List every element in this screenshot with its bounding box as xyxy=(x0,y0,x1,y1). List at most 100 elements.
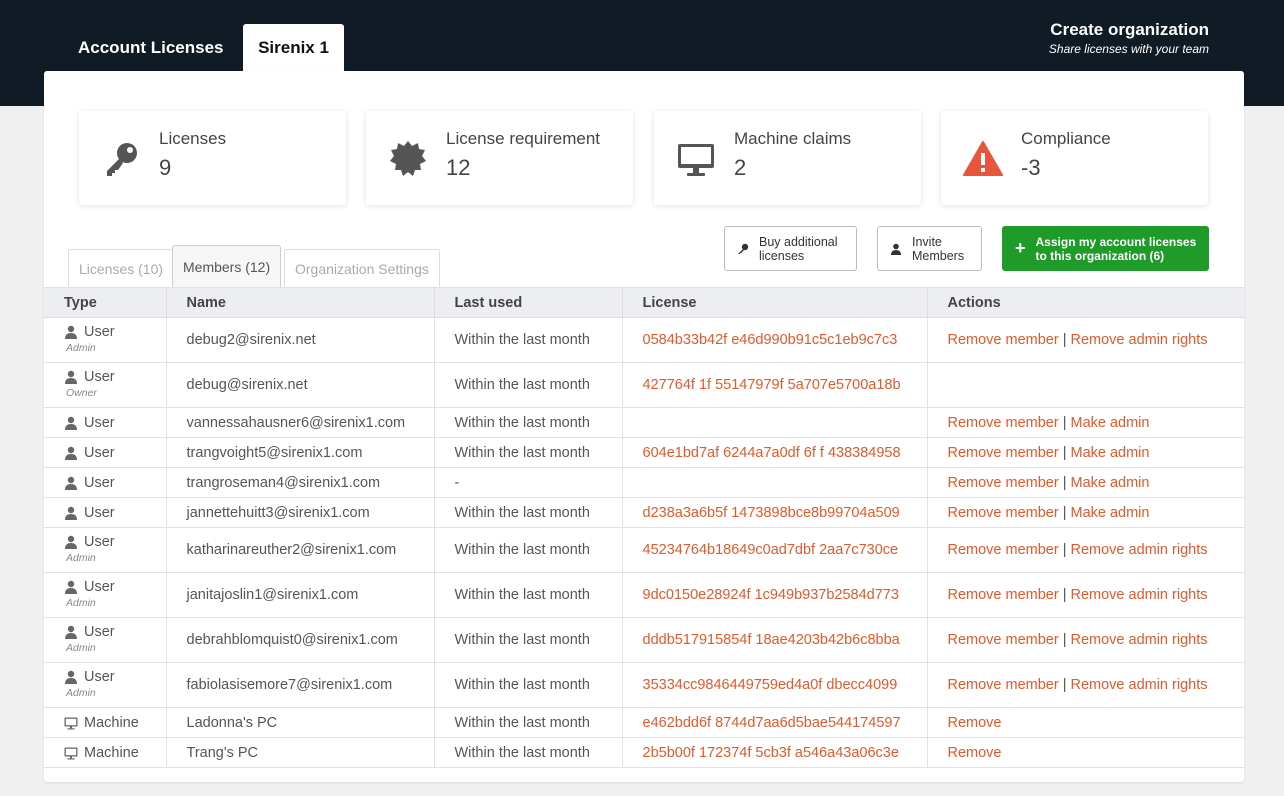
remove-member-link[interactable]: Remove member xyxy=(948,475,1059,491)
column-header-last-used: Last used xyxy=(434,288,622,318)
name-cell: jannettehuitt3@sirenix1.com xyxy=(166,498,434,528)
type-label: Machine xyxy=(84,715,139,731)
remove-admin-rights-link[interactable]: Remove admin rights xyxy=(1070,542,1207,558)
monitor-icon xyxy=(676,139,716,179)
remove-admin-rights-link[interactable]: Remove admin rights xyxy=(1070,332,1207,348)
license-cell[interactable]: e462bdd6f 8744d7aa6d5bae544174597 xyxy=(622,708,927,738)
license-cell[interactable]: 2b5b00f 172374f 5cb3f a546a43a06c3e xyxy=(622,738,927,768)
actions-cell: Remove xyxy=(927,708,1244,738)
license-cell[interactable]: dddb517915854f 18ae4203b42b6c8bba xyxy=(622,618,927,663)
last-used-cell: - xyxy=(434,468,622,498)
type-cell: UserAdmin xyxy=(44,318,166,363)
table-header-row: Type Name Last used License Actions xyxy=(44,288,1244,318)
user-icon xyxy=(64,476,78,490)
actions-cell: Remove xyxy=(927,738,1244,768)
last-used-cell: Within the last month xyxy=(434,363,622,408)
stat-value: 9 xyxy=(159,155,171,181)
tab-licenses[interactable]: Licenses (10) xyxy=(68,249,174,288)
type-label: User xyxy=(84,534,115,550)
invite-members-button[interactable]: Invite Members xyxy=(877,226,982,271)
table-row: Userjannettehuitt3@sirenix1.comWithin th… xyxy=(44,498,1244,528)
license-cell[interactable]: 604e1bd7af 6244a7a0df 6f f 438384958 xyxy=(622,438,927,468)
make-admin-link[interactable]: Make admin xyxy=(1070,505,1149,521)
license-cell[interactable]: 427764f 1f 55147979f 5a707e5700a18b xyxy=(622,363,927,408)
buy-label-line2: licenses xyxy=(759,249,838,263)
table-row: UserAdminkatharinareuther2@sirenix1.comW… xyxy=(44,528,1244,573)
remove-member-link[interactable]: Remove member xyxy=(948,445,1059,461)
table-row: MachineLadonna's PCWithin the last month… xyxy=(44,708,1244,738)
remove-member-link[interactable]: Remove member xyxy=(948,542,1059,558)
buy-licenses-button[interactable]: Buy additional licenses xyxy=(724,226,857,271)
remove-link[interactable]: Remove xyxy=(948,745,1002,761)
type-label: User xyxy=(84,505,115,521)
remove-member-link[interactable]: Remove member xyxy=(948,587,1059,603)
license-cell[interactable]: 35334cc9846449759ed4a0f dbecc4099 xyxy=(622,663,927,708)
plus-icon: + xyxy=(1015,238,1026,259)
remove-admin-rights-link[interactable]: Remove admin rights xyxy=(1070,677,1207,693)
license-cell[interactable]: d238a3a6b5f 1473898bce8b99704a509 xyxy=(622,498,927,528)
last-used-cell: Within the last month xyxy=(434,663,622,708)
make-admin-link[interactable]: Make admin xyxy=(1070,415,1149,431)
remove-member-link[interactable]: Remove member xyxy=(948,677,1059,693)
tab-sirenix-1[interactable]: Sirenix 1 xyxy=(243,24,344,71)
remove-admin-rights-link[interactable]: Remove admin rights xyxy=(1070,587,1207,603)
license-cell[interactable] xyxy=(622,408,927,438)
user-icon xyxy=(64,416,78,430)
stat-label: Machine claims xyxy=(734,129,851,149)
tab-organization-settings[interactable]: Organization Settings xyxy=(284,249,440,288)
create-organization-link[interactable]: Create organization Share licenses with … xyxy=(1049,20,1209,56)
role-label: Admin xyxy=(64,550,166,566)
last-used-cell: Within the last month xyxy=(434,408,622,438)
name-cell: debug@sirenix.net xyxy=(166,363,434,408)
name-cell: debrahblomquist0@sirenix1.com xyxy=(166,618,434,663)
stat-card-compliance: Compliance -3 xyxy=(941,111,1208,205)
remove-admin-rights-link[interactable]: Remove admin rights xyxy=(1070,632,1207,648)
assign-label-line1: Assign my account licenses xyxy=(1036,235,1197,249)
role-label: Admin xyxy=(64,595,166,611)
last-used-cell: Within the last month xyxy=(434,573,622,618)
remove-member-link[interactable]: Remove member xyxy=(948,332,1059,348)
tab-members[interactable]: Members (12) xyxy=(172,245,281,288)
invite-label-line1: Invite xyxy=(912,235,964,249)
table-row: UserAdmindebrahblomquist0@sirenix1.comWi… xyxy=(44,618,1244,663)
actions-cell: Remove member|Make admin xyxy=(927,408,1244,438)
stat-card-machine-claims: Machine claims 2 xyxy=(654,111,921,205)
remove-link[interactable]: Remove xyxy=(948,715,1002,731)
create-organization-title: Create organization xyxy=(1049,20,1209,40)
type-label: User xyxy=(84,624,115,640)
role-label: Admin xyxy=(64,640,166,656)
remove-member-link[interactable]: Remove member xyxy=(948,415,1059,431)
last-used-cell: Within the last month xyxy=(434,738,622,768)
action-separator: | xyxy=(1063,415,1067,431)
type-label: User xyxy=(84,415,115,431)
license-cell[interactable]: 0584b33b42f e46d990b91c5c1eb9c7c3 xyxy=(622,318,927,363)
type-cell: Machine xyxy=(44,708,166,738)
action-separator: | xyxy=(1063,677,1067,693)
make-admin-link[interactable]: Make admin xyxy=(1070,475,1149,491)
column-header-name: Name xyxy=(166,288,434,318)
make-admin-link[interactable]: Make admin xyxy=(1070,445,1149,461)
action-separator: | xyxy=(1063,445,1067,461)
name-cell: Trang's PC xyxy=(166,738,434,768)
tab-account-licenses[interactable]: Account Licenses xyxy=(78,24,224,71)
key-icon xyxy=(101,139,141,179)
monitor-icon xyxy=(64,746,78,760)
assign-licenses-button[interactable]: + Assign my account licenses to this org… xyxy=(1002,226,1209,271)
organization-panel: Licenses 9 License requirement 12 Machin… xyxy=(44,71,1244,782)
role-label: Admin xyxy=(64,685,166,701)
license-cell[interactable]: 45234764b18649c0ad7dbf 2aa7c730ce xyxy=(622,528,927,573)
name-cell: vannessahausner6@sirenix1.com xyxy=(166,408,434,438)
license-cell[interactable]: 9dc0150e28924f 1c949b937b2584d773 xyxy=(622,573,927,618)
name-cell: debug2@sirenix.net xyxy=(166,318,434,363)
remove-member-link[interactable]: Remove member xyxy=(948,632,1059,648)
actions-cell: Remove member|Make admin xyxy=(927,438,1244,468)
type-label: User xyxy=(84,669,115,685)
license-cell[interactable] xyxy=(622,468,927,498)
action-separator: | xyxy=(1063,542,1067,558)
remove-member-link[interactable]: Remove member xyxy=(948,505,1059,521)
monitor-icon xyxy=(64,716,78,730)
members-table-body: UserAdmindebug2@sirenix.netWithin the la… xyxy=(44,318,1244,768)
table-row: UserAdmindebug2@sirenix.netWithin the la… xyxy=(44,318,1244,363)
action-separator: | xyxy=(1063,632,1067,648)
type-cell: User xyxy=(44,438,166,468)
